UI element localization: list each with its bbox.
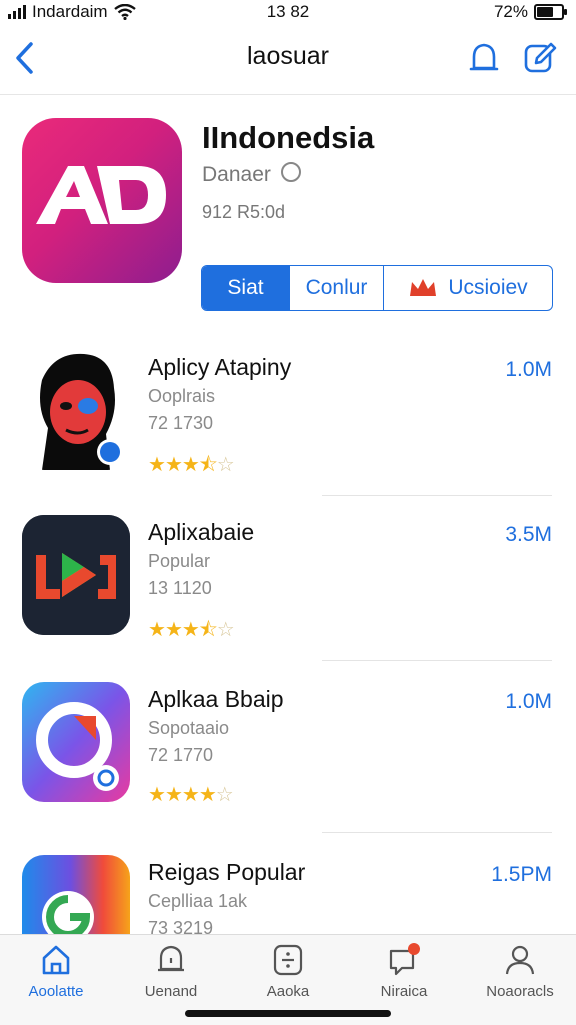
star-icon: ☆ bbox=[216, 619, 235, 641]
star-icon: ★ bbox=[198, 784, 217, 806]
tab-label: Niraica bbox=[380, 983, 428, 1000]
status-right: 72% bbox=[493, 2, 567, 22]
star-icon: ★ bbox=[181, 784, 200, 806]
list-item[interactable]: Aplicy Atapiny Ooplrais 72 1730 ★★★⯪☆ 1.… bbox=[0, 350, 576, 510]
bell-icon[interactable] bbox=[464, 38, 504, 78]
featured-app-icon[interactable] bbox=[22, 118, 182, 283]
featured-action-buttons: Siat Conlur Ucsioiev bbox=[201, 265, 553, 311]
tab-calculator[interactable]: Aaoka bbox=[238, 943, 338, 1000]
featured-app-meta: 912 R5:0d bbox=[202, 202, 286, 222]
bell-icon bbox=[158, 945, 184, 972]
navigation-bar: laosuar bbox=[0, 26, 576, 95]
list-item[interactable]: Aplkaa Bbaip Sopotaaio 72 1770 ★★★★☆ 1.0… bbox=[0, 682, 576, 842]
battery-level bbox=[537, 7, 553, 17]
tab-label: Noaoracls bbox=[486, 983, 554, 1000]
app-icon-play bbox=[22, 515, 130, 635]
app-name: Aplkaa Bbaip bbox=[148, 686, 284, 712]
star-icon: ★ bbox=[164, 619, 183, 641]
star-icon: ★ bbox=[164, 454, 183, 476]
chat-notification-icon bbox=[389, 943, 420, 976]
tab-profile[interactable]: Noaoracls bbox=[470, 943, 570, 1000]
home-icon bbox=[42, 945, 70, 975]
crown-icon bbox=[410, 279, 437, 296]
tab-notifications[interactable]: Uenand bbox=[121, 943, 221, 1000]
row-divider bbox=[322, 495, 552, 496]
featured-app-title: IIndonedsia bbox=[202, 120, 375, 155]
tab-label: Aaoka bbox=[266, 983, 310, 1000]
app-category: Sopotaaio bbox=[148, 718, 230, 738]
review-label: Ucsioiev bbox=[448, 276, 528, 299]
home-indicator[interactable] bbox=[185, 1010, 391, 1017]
app-icon-ring bbox=[22, 682, 130, 802]
app-category: Ceplliaa 1ak bbox=[148, 891, 248, 911]
star-icon: ★ bbox=[181, 619, 200, 641]
compose-icon[interactable] bbox=[520, 38, 560, 78]
app-size: 1.0M bbox=[505, 358, 552, 381]
developer-name: Danaer bbox=[202, 163, 271, 186]
star-icon: ★ bbox=[164, 784, 183, 806]
row-divider bbox=[322, 832, 552, 833]
star-icon: ☆ bbox=[215, 784, 234, 806]
star-icon: ★ bbox=[181, 454, 200, 476]
tab-label: Aoolatte bbox=[28, 983, 84, 1000]
battery-label: 72% bbox=[493, 2, 528, 21]
star-icon: ★ bbox=[148, 619, 166, 641]
star-rating: ★★★⯪☆ bbox=[148, 450, 235, 484]
star-icon: ☆ bbox=[216, 454, 235, 476]
tab-label: Uenand bbox=[144, 983, 198, 1000]
star-icon: ★ bbox=[148, 784, 166, 806]
info-icon bbox=[280, 162, 301, 182]
app-size: 3.5M bbox=[505, 523, 552, 546]
featured-logo bbox=[36, 166, 166, 224]
app-name: Aplicy Atapiny bbox=[148, 354, 292, 380]
person-icon bbox=[505, 945, 535, 975]
star-icon: ⯪ bbox=[198, 454, 218, 476]
app-count: 72 1770 bbox=[148, 745, 214, 765]
continue-button[interactable]: Conlur bbox=[290, 266, 384, 310]
app-count: 13 1120 bbox=[148, 578, 212, 598]
app-name: Aplixabaie bbox=[148, 519, 255, 545]
tab-messages[interactable]: Niraica bbox=[354, 943, 454, 1000]
featured-app-developer: Danaer bbox=[202, 162, 301, 187]
star-rating: ★★★★☆ bbox=[148, 782, 234, 807]
app-count: 72 1730 bbox=[148, 413, 214, 433]
status-bar: Indardaim 13 82 72% bbox=[0, 0, 576, 26]
star-icon: ⯪ bbox=[198, 619, 218, 641]
app-icon-google bbox=[22, 855, 130, 934]
get-button[interactable]: Siat bbox=[202, 266, 290, 310]
row-divider bbox=[322, 660, 552, 661]
app-category: Ooplrais bbox=[148, 386, 216, 406]
star-rating: ★★★⯪☆ bbox=[148, 615, 235, 649]
app-size: 1.5PM bbox=[491, 863, 552, 886]
app-size: 1.0M bbox=[505, 690, 552, 713]
review-button[interactable]: Ucsioiev bbox=[384, 266, 552, 310]
list-item[interactable]: Aplixabaie Popular 13 1120 ★★★⯪☆ 3.5M bbox=[0, 515, 576, 675]
star-icon: ★ bbox=[148, 454, 166, 476]
battery-icon bbox=[534, 4, 567, 20]
tab-home[interactable]: Aoolatte bbox=[6, 943, 106, 1000]
app-name: Reigas Popular bbox=[148, 859, 306, 885]
status-time: 13 82 bbox=[266, 2, 310, 21]
calculator-icon bbox=[273, 944, 303, 976]
app-category: Popular bbox=[148, 551, 211, 571]
app-icon-avatar bbox=[22, 350, 130, 470]
